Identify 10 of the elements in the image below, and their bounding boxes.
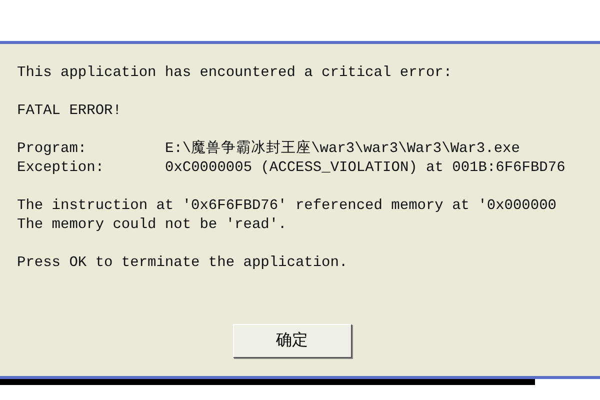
field-value: 0xC0000005 (ACCESS_VIOLATION) at 001B:6F6FBD76 [165, 159, 566, 178]
ok-button[interactable]: 确定 [232, 324, 352, 358]
message-text: Press OK to terminate the application. [17, 254, 349, 273]
field-value: E:\魔兽争霸冰封王座\war3\war3\War3\War3.exe [165, 140, 520, 159]
field-label: Program: [17, 140, 88, 159]
message-text: FATAL ERROR! [17, 102, 122, 121]
field-label: Exception: [17, 159, 106, 178]
message-text: The instruction at '0x6F6FBD76' referenced memory at '0x000000 [17, 197, 558, 216]
message-text: This application has encountered a critical error: [17, 64, 454, 83]
message-text: The memory could not be 'read'. [17, 216, 288, 235]
